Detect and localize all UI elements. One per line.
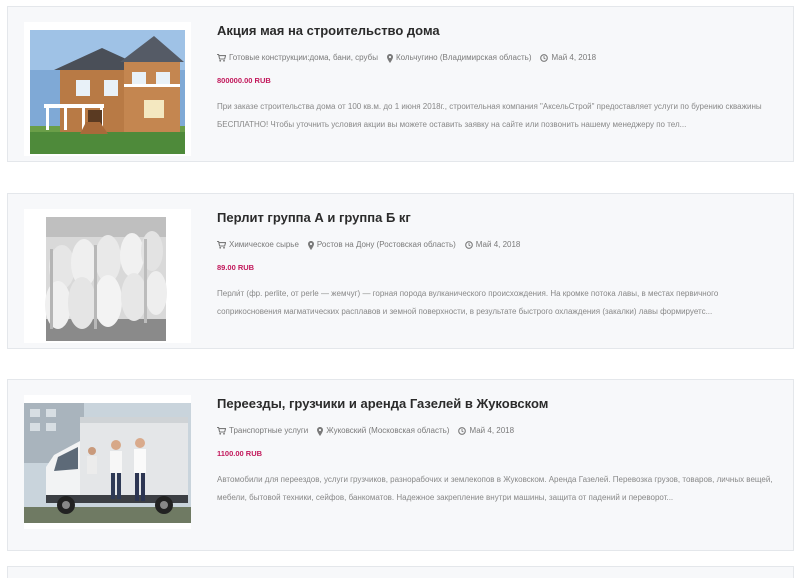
- listing-feed: Акция мая на строительство дома Готовые …: [0, 0, 800, 578]
- listing-date-label: Май 4, 2018: [475, 240, 521, 249]
- listing-price: 89.00 RUB: [217, 263, 255, 272]
- listing-category[interactable]: Химическое сырье: [217, 239, 299, 251]
- listing-category-label: Готовые конструкции:дома, бани, срубы: [229, 53, 378, 62]
- listing-category[interactable]: Транспортные услуги: [217, 425, 308, 437]
- listing-price: 800000.00 RUB: [217, 76, 271, 85]
- listing-card[interactable]: Переезды, грузчики и аренда Газелей в Жу…: [7, 379, 794, 551]
- house-photo-icon: [30, 30, 185, 154]
- listing-date-label: Май 4, 2018: [551, 53, 597, 62]
- map-marker-icon: [317, 426, 324, 436]
- clock-icon: [540, 54, 549, 62]
- listing-date: Май 4, 2018: [458, 425, 514, 437]
- listing-price: 1100.00 RUB: [217, 449, 263, 458]
- listing-description: Автомобили для переездов, услуги грузчик…: [217, 475, 773, 502]
- listing-description: Перли́т (фр. perlite, от perle — жемчуг)…: [217, 289, 719, 316]
- listing-card[interactable]: [7, 566, 794, 578]
- listing-title[interactable]: Переезды, грузчики и аренда Газелей в Жу…: [217, 395, 782, 413]
- cart-icon: [217, 241, 226, 249]
- map-marker-icon: [307, 240, 314, 250]
- listing-meta: Транспортные услуги Жуковский (Московска…: [217, 425, 782, 437]
- listing-thumbnail-bags[interactable]: [24, 209, 191, 343]
- listing-location[interactable]: Ростов на Дону (Ростовская область): [307, 239, 456, 251]
- listing-thumbnail-house[interactable]: [24, 22, 191, 156]
- listing-meta: Химическое сырье Ростов на Дону (Ростовс…: [217, 239, 782, 251]
- listing-category[interactable]: Готовые конструкции:дома, бани, срубы: [217, 52, 378, 64]
- listing-card[interactable]: Акция мая на строительство дома Готовые …: [7, 6, 794, 162]
- listing-date: Май 4, 2018: [464, 239, 521, 251]
- cart-icon: [217, 54, 226, 62]
- listing-card[interactable]: Перлит группа А и группа Б кг Химическое…: [7, 193, 794, 349]
- listing-category-label: Транспортные услуги: [229, 426, 309, 435]
- listing-info: Переезды, грузчики и аренда Газелей в Жу…: [217, 395, 782, 507]
- cart-icon: [217, 427, 226, 435]
- listing-description: При заказе строительства дома от 100 кв.…: [217, 102, 762, 129]
- listing-location[interactable]: Жуковский (Московская область): [317, 425, 449, 437]
- listing-location-label: Кольчугино (Владимирская область): [395, 53, 532, 62]
- clock-icon: [458, 427, 467, 435]
- listing-info: Акция мая на строительство дома Готовые …: [217, 22, 782, 134]
- bags-photo-icon: [24, 209, 191, 343]
- listing-title[interactable]: Акция мая на строительство дома: [217, 22, 782, 40]
- map-marker-icon: [386, 53, 393, 63]
- listing-date-label: Май 4, 2018: [469, 426, 515, 435]
- listing-date: Май 4, 2018: [540, 52, 596, 64]
- truck-photo-icon: [24, 403, 191, 523]
- listing-location-label: Жуковский (Московская область): [326, 426, 450, 435]
- listing-meta: Готовые конструкции:дома, бани, срубы Ко…: [217, 52, 782, 64]
- listing-category-label: Химическое сырье: [229, 240, 299, 249]
- listing-thumbnail-truck[interactable]: [24, 395, 191, 529]
- listing-location-label: Ростов на Дону (Ростовская область): [316, 240, 456, 249]
- listing-info: Перлит группа А и группа Б кг Химическое…: [217, 209, 782, 321]
- listing-location[interactable]: Кольчугино (Владимирская область): [386, 52, 532, 64]
- listing-title[interactable]: Перлит группа А и группа Б кг: [217, 209, 782, 227]
- clock-icon: [464, 241, 473, 249]
